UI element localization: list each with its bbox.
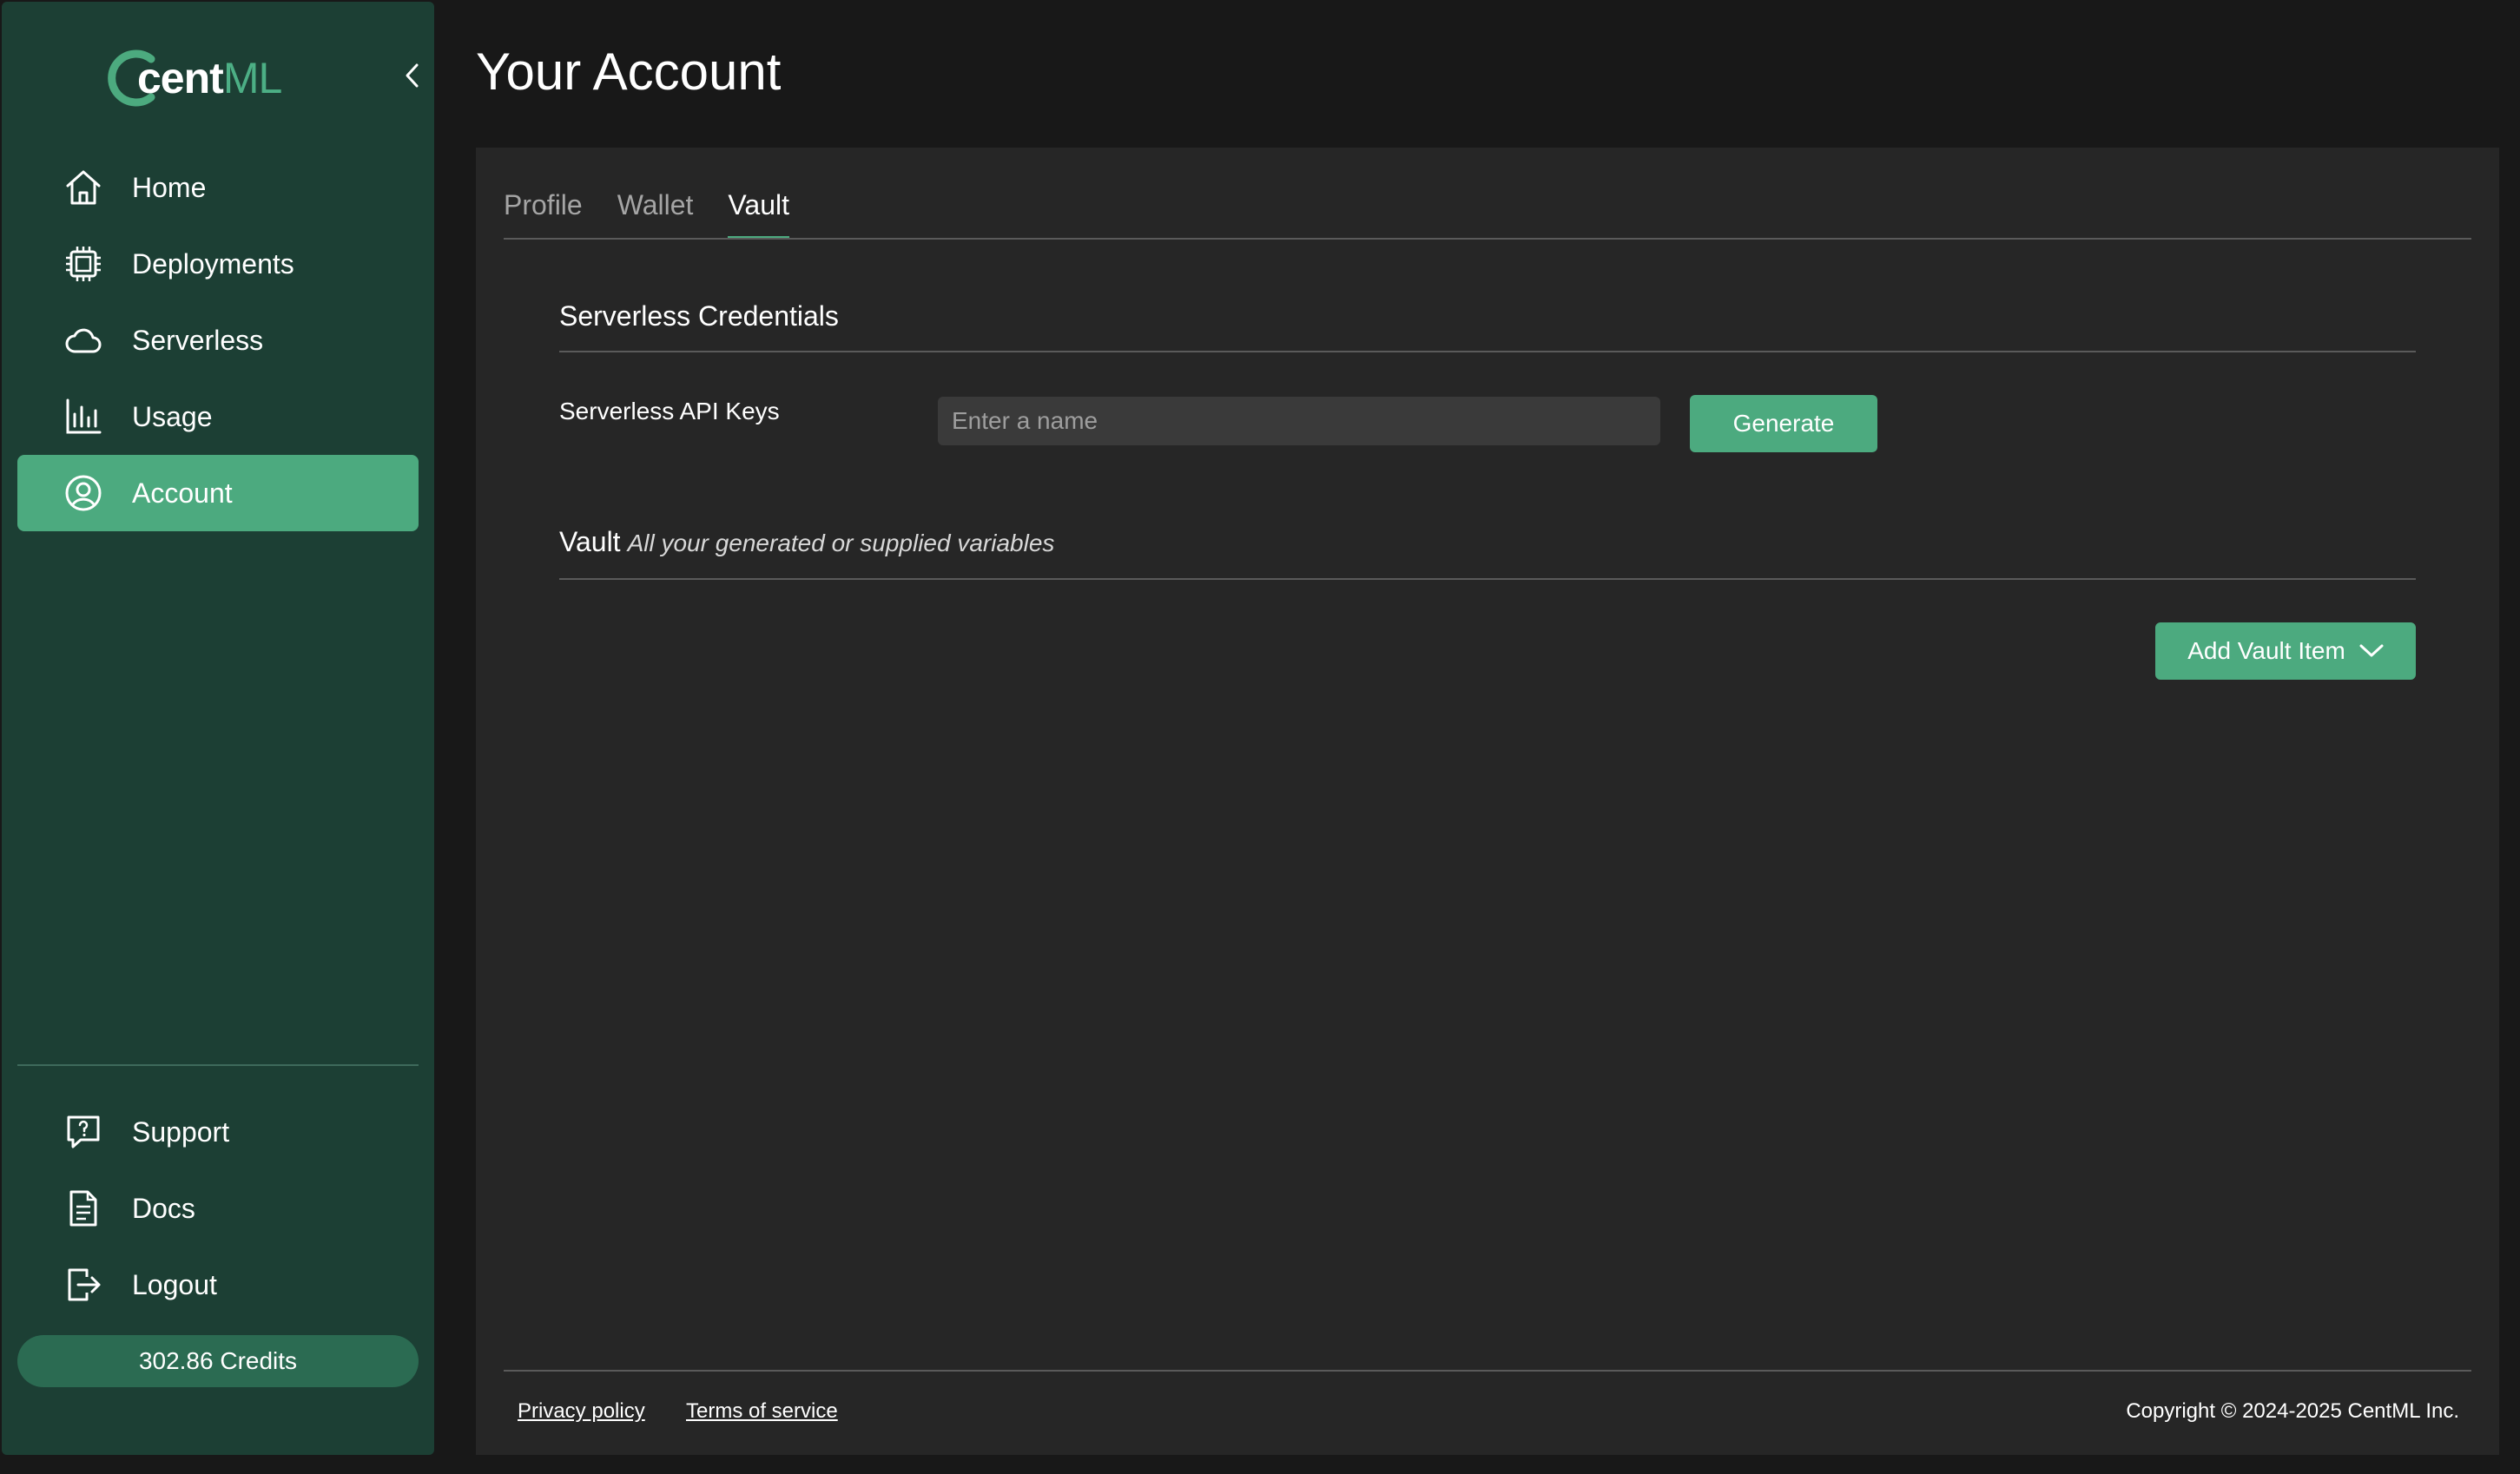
- credits-badge[interactable]: 302.86 Credits: [17, 1335, 419, 1387]
- sidebar-item-label: Usage: [132, 400, 213, 432]
- tab-wallet[interactable]: Wallet: [617, 189, 694, 238]
- sidebar-item-serverless[interactable]: Serverless: [17, 302, 419, 378]
- app: centML Home Deployments Serverless Usage…: [0, 0, 2520, 1474]
- tab-profile[interactable]: Profile: [504, 189, 583, 238]
- chevron-left-icon: [406, 63, 419, 88]
- sidebar-item-home[interactable]: Home: [17, 149, 419, 226]
- sidebar: centML Home Deployments Serverless Usage…: [2, 2, 434, 1455]
- vault-section-title: Vault All your generated or supplied var…: [559, 526, 1054, 558]
- api-keys-label: Serverless API Keys: [559, 398, 780, 424]
- sidebar-item-label: Deployments: [132, 247, 294, 280]
- help-chat-icon: [63, 1111, 104, 1153]
- add-vault-item-button[interactable]: Add Vault Item: [2155, 622, 2416, 680]
- vault-subtitle: All your generated or supplied variables: [627, 530, 1055, 556]
- sidebar-item-docs[interactable]: Docs: [17, 1170, 419, 1247]
- sidebar-item-label: Home: [132, 171, 207, 203]
- logout-icon: [63, 1264, 104, 1306]
- sidebar-divider: [17, 1064, 419, 1066]
- sidebar-item-label: Serverless: [132, 324, 264, 356]
- vault-title: Vault: [559, 526, 621, 557]
- credentials-divider: [559, 351, 2416, 352]
- cloud-icon: [63, 319, 104, 361]
- sidebar-item-usage[interactable]: Usage: [17, 378, 419, 455]
- sidebar-item-logout[interactable]: Logout: [17, 1247, 419, 1323]
- footer-divider: [504, 1370, 2471, 1372]
- vault-divider: [559, 578, 2416, 580]
- account-tabs: Profile Wallet Vault: [504, 189, 789, 240]
- page-title: Your Account: [476, 43, 782, 101]
- tab-vault[interactable]: Vault: [728, 189, 789, 240]
- add-vault-item-label: Add Vault Item: [2187, 637, 2345, 664]
- account-panel: Profile Wallet Vault Serverless Credenti…: [476, 148, 2499, 1455]
- chip-icon: [63, 243, 104, 285]
- sidebar-item-label: Account: [132, 477, 233, 509]
- sidebar-item-label: Docs: [132, 1192, 195, 1224]
- generate-button[interactable]: Generate: [1690, 395, 1877, 452]
- sidebar-item-account[interactable]: Account: [17, 455, 419, 531]
- credentials-section-title: Serverless Credentials: [559, 300, 839, 332]
- tabs-divider: [504, 238, 2471, 240]
- document-icon: [63, 1188, 104, 1229]
- home-icon: [63, 167, 104, 208]
- sidebar-item-label: Logout: [132, 1268, 217, 1300]
- logo: centML: [108, 43, 282, 113]
- user-circle-icon: [63, 472, 104, 514]
- copyright-text: Copyright © 2024-2025 CentML Inc.: [2126, 1399, 2459, 1423]
- api-key-name-input[interactable]: [938, 397, 1660, 445]
- chevron-down-icon: [2359, 644, 2384, 657]
- sidebar-item-label: Support: [132, 1115, 230, 1148]
- logo-mark-icon: [108, 49, 155, 107]
- collapse-sidebar-button[interactable]: [396, 59, 429, 92]
- sidebar-item-support[interactable]: Support: [17, 1094, 419, 1170]
- bar-chart-icon: [63, 396, 104, 438]
- privacy-policy-link[interactable]: Privacy policy: [518, 1399, 645, 1424]
- terms-of-service-link[interactable]: Terms of service: [686, 1399, 838, 1424]
- sidebar-item-deployments[interactable]: Deployments: [17, 226, 419, 302]
